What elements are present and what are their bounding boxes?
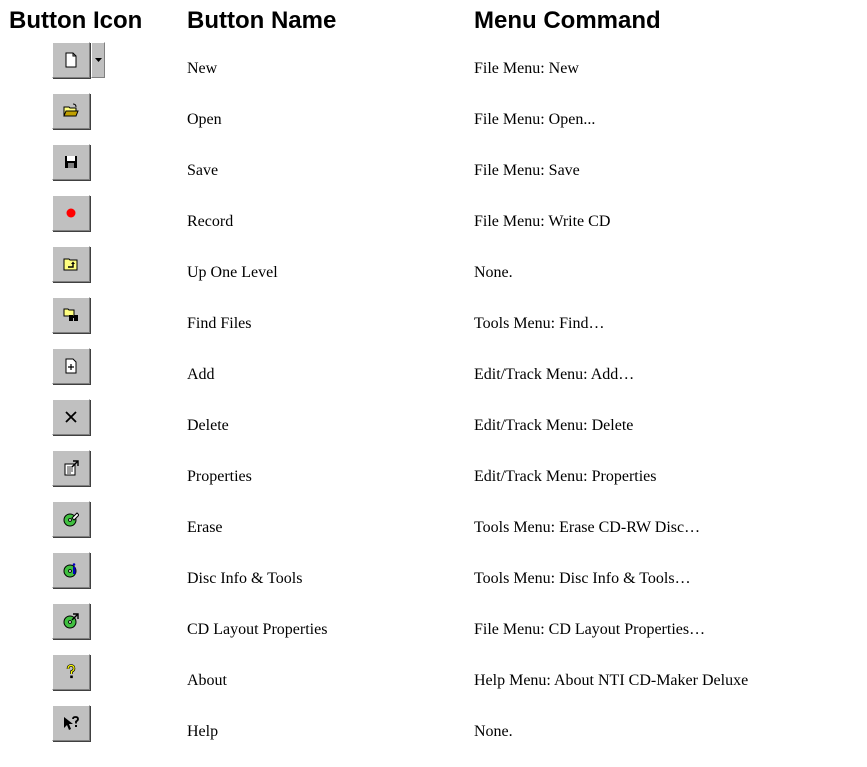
- menu-command: Help Menu: About NTI CD-Maker Deluxe: [474, 672, 749, 689]
- menu-command: File Menu: Write CD: [474, 213, 611, 230]
- help-pointer-icon: [64, 716, 79, 730]
- table-row: Erase Tools Menu: Erase CD-RW Disc…: [0, 501, 867, 551]
- about-question-icon: [66, 664, 76, 679]
- table-row: Disc Info & Tools Tools Menu: Disc Info …: [0, 552, 867, 602]
- button-name: Add: [187, 366, 215, 383]
- disc-info-button[interactable]: [52, 552, 90, 588]
- button-name: New: [187, 60, 218, 77]
- table-row: Find Files Tools Menu: Find…: [0, 297, 867, 347]
- table-row: CD Layout Properties File Menu: CD Layou…: [0, 603, 867, 653]
- button-name: Help: [187, 723, 219, 740]
- menu-command: Tools Menu: Disc Info & Tools…: [474, 570, 691, 587]
- button-name: Delete: [187, 417, 229, 434]
- menu-command: File Menu: Open...: [474, 111, 596, 128]
- cd-layout-properties-button[interactable]: [52, 603, 90, 639]
- record-button[interactable]: [52, 195, 90, 231]
- header-button-name: Button Name: [187, 7, 337, 34]
- properties-button[interactable]: [52, 450, 90, 486]
- new-dropdown-button[interactable]: [91, 42, 105, 78]
- button-name: Properties: [187, 468, 252, 485]
- button-name: About: [187, 672, 227, 689]
- button-name: Save: [187, 162, 219, 179]
- open-folder-icon: [63, 103, 79, 117]
- floppy-save-icon: [65, 156, 77, 168]
- new-document-icon: [65, 52, 77, 68]
- header-button-icon: Button Icon: [9, 7, 143, 34]
- table-row: Open File Menu: Open...: [0, 93, 867, 143]
- add-button[interactable]: [52, 348, 90, 384]
- help-button[interactable]: [52, 705, 90, 741]
- button-name: Up One Level: [187, 264, 278, 281]
- properties-icon: [64, 460, 79, 476]
- menu-command: File Menu: New: [474, 60, 579, 77]
- button-name: Find Files: [187, 315, 252, 332]
- new-button[interactable]: [52, 42, 90, 78]
- up-one-level-button[interactable]: [52, 246, 90, 282]
- button-name: Disc Info & Tools: [187, 570, 303, 587]
- table-row: New File Menu: New: [0, 42, 867, 92]
- open-button[interactable]: [52, 93, 90, 129]
- menu-command: Tools Menu: Find…: [474, 315, 605, 332]
- table-row: Help None.: [0, 705, 867, 755]
- add-file-icon: [65, 358, 77, 374]
- menu-command: File Menu: Save: [474, 162, 580, 179]
- chevron-down-icon: [95, 58, 102, 62]
- button-name: Erase: [187, 519, 223, 536]
- record-dot-icon: [66, 208, 76, 218]
- menu-command: None.: [474, 264, 513, 281]
- button-name: CD Layout Properties: [187, 621, 328, 638]
- erase-disc-icon: [63, 512, 79, 527]
- menu-command: Tools Menu: Erase CD-RW Disc…: [474, 519, 701, 536]
- disc-info-icon: [63, 563, 77, 578]
- up-folder-icon: [63, 258, 78, 271]
- table-row: Save File Menu: Save: [0, 144, 867, 194]
- table-row: Properties Edit/Track Menu: Properties: [0, 450, 867, 500]
- delete-button[interactable]: [52, 399, 90, 435]
- table-row: Delete Edit/Track Menu: Delete: [0, 399, 867, 449]
- menu-command: File Menu: CD Layout Properties…: [474, 621, 706, 638]
- menu-command: Edit/Track Menu: Delete: [474, 417, 634, 434]
- menu-command: Edit/Track Menu: Add…: [474, 366, 635, 383]
- about-button[interactable]: [52, 654, 90, 690]
- find-files-button[interactable]: [52, 297, 90, 333]
- table-row: Record File Menu: Write CD: [0, 195, 867, 245]
- header-menu-command: Menu Command: [474, 7, 661, 34]
- menu-command: Edit/Track Menu: Properties: [474, 468, 657, 485]
- menu-command: None.: [474, 723, 513, 740]
- erase-button[interactable]: [52, 501, 90, 537]
- button-name: Open: [187, 111, 222, 128]
- table-row: About Help Menu: About NTI CD-Maker Delu…: [0, 654, 867, 704]
- save-button[interactable]: [52, 144, 90, 180]
- table-row: Up One Level None.: [0, 246, 867, 296]
- delete-x-icon: [65, 411, 77, 423]
- button-name: Record: [187, 213, 234, 230]
- table-row: Add Edit/Track Menu: Add…: [0, 348, 867, 398]
- cd-layout-icon: [63, 613, 79, 629]
- find-files-icon: [63, 308, 78, 321]
